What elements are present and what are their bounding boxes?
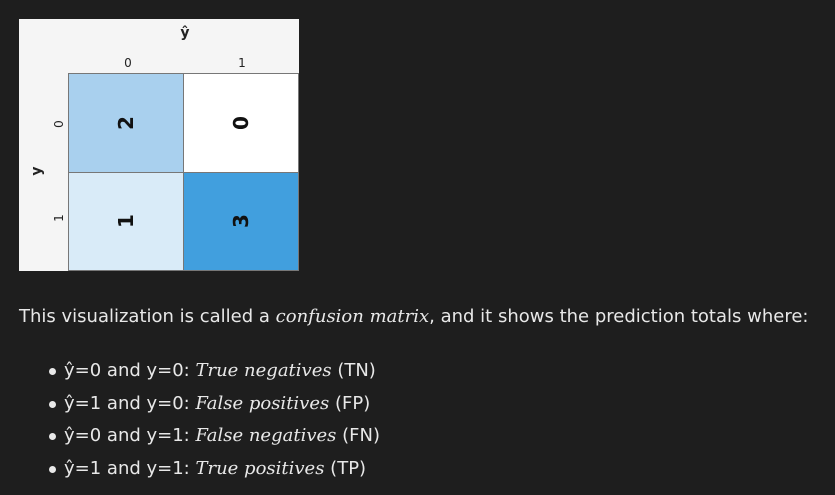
item-term: False negatives bbox=[195, 425, 337, 446]
item-condition: ŷ=0 and y=0: bbox=[64, 360, 196, 381]
x-tick-label-0: 0 bbox=[124, 56, 132, 70]
list-item-fn: ŷ=0 and y=1: False negatives (FN) bbox=[19, 420, 380, 453]
list-item-fp: ŷ=1 and y=0: False positives (FP) bbox=[19, 388, 380, 421]
outcome-list: ŷ=0 and y=0: True negatives (TN) ŷ=1 and… bbox=[19, 355, 380, 485]
item-abbr: (FN) bbox=[336, 425, 380, 446]
cell-value-tp: 3 bbox=[229, 214, 253, 229]
cell-value-fp: 0 bbox=[229, 115, 253, 130]
matrix-grid: 2 0 1 3 bbox=[68, 73, 299, 271]
list-item-tp: ŷ=1 and y=1: True positives (TP) bbox=[19, 453, 380, 486]
intro-suffix: , and it shows the prediction totals whe… bbox=[429, 306, 809, 327]
intro-paragraph: This visualization is called a confusion… bbox=[19, 306, 808, 327]
list-item-tn: ŷ=0 and y=0: True negatives (TN) bbox=[19, 355, 380, 388]
matrix-cell-tp: 3 bbox=[184, 172, 299, 271]
item-term: True negatives bbox=[195, 360, 332, 381]
y-tick-label-0: 0 bbox=[52, 120, 66, 128]
confusion-matrix-figure: ŷ y 0 1 0 1 2 0 1 3 bbox=[19, 19, 299, 271]
intro-term: confusion matrix bbox=[275, 306, 430, 327]
y-tick-label-1: 1 bbox=[52, 214, 66, 222]
item-abbr: (TP) bbox=[324, 457, 367, 479]
intro-prefix: This visualization is called a bbox=[19, 306, 276, 327]
item-abbr: (FP) bbox=[329, 392, 371, 414]
x-axis-title: ŷ bbox=[180, 25, 190, 41]
cell-value-fn: 1 bbox=[114, 214, 138, 229]
item-condition: ŷ=0 and y=1: bbox=[64, 425, 196, 446]
matrix-cell-fp: 0 bbox=[184, 74, 299, 173]
matrix-cell-tn: 2 bbox=[69, 74, 184, 173]
item-condition: ŷ=1 and y=1: bbox=[64, 457, 196, 479]
item-term: False positives bbox=[195, 392, 330, 414]
item-term: True positives bbox=[195, 457, 325, 479]
matrix-cell-fn: 1 bbox=[69, 172, 184, 271]
cell-value-tn: 2 bbox=[114, 115, 138, 130]
y-axis-title: y bbox=[29, 166, 45, 176]
x-tick-label-1: 1 bbox=[238, 56, 246, 70]
item-abbr: (TN) bbox=[331, 360, 376, 381]
item-condition: ŷ=1 and y=0: bbox=[64, 392, 196, 414]
